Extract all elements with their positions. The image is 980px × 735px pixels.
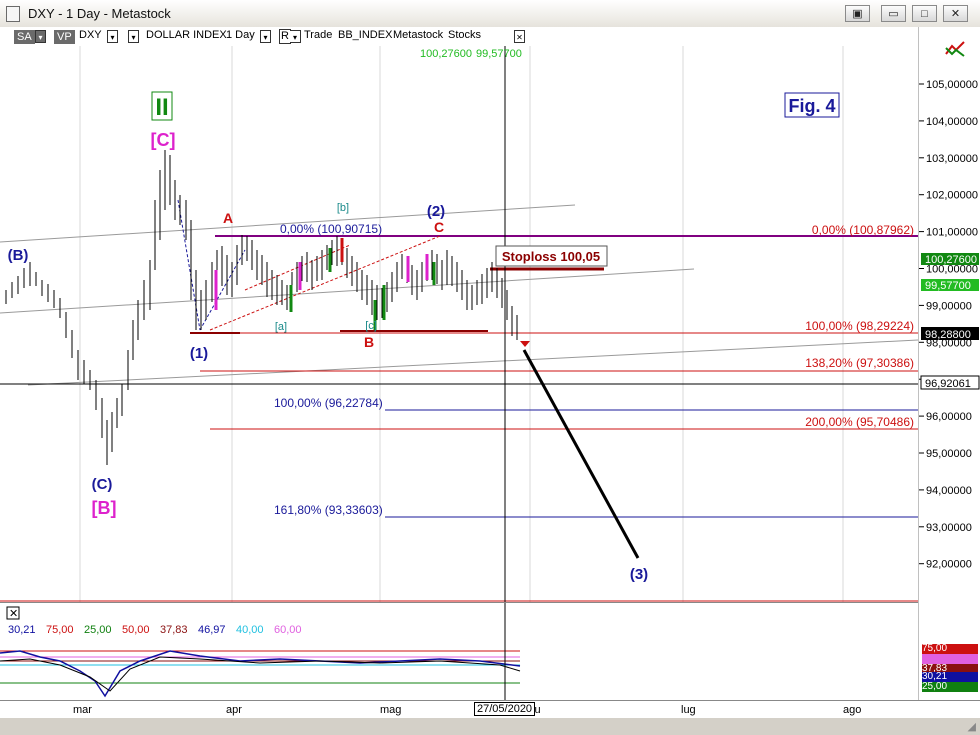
- wave-2-label: (2): [427, 203, 445, 220]
- period-label[interactable]: 1 Day: [226, 29, 255, 41]
- wave-a-small-label: [a]: [275, 321, 287, 333]
- indicator-tag-25: 25,00: [922, 682, 978, 692]
- y-tick-label: 103,00000: [926, 153, 978, 165]
- wave-3-label: (3): [630, 566, 648, 583]
- sa-dropdown-icon[interactable]: ▾: [35, 30, 46, 43]
- price-tag-high: 100,27600: [925, 254, 977, 266]
- price-axis-icon: [945, 41, 965, 57]
- y-tick-label: 93,00000: [926, 522, 972, 534]
- price-tag-cursor: 96,92061: [925, 378, 971, 390]
- price-chart[interactable]: Fig. 4 II [C] (B) (C) [B] (1) (2) (3) A …: [0, 46, 918, 602]
- quote-high: 100,27600: [420, 48, 472, 60]
- y-tick-label: 101,00000: [926, 227, 978, 239]
- status-bar: ◢: [0, 718, 980, 735]
- fib-100-left-label: 100,00% (96,22784): [274, 396, 383, 410]
- y-tick-label: 95,00000: [926, 448, 972, 460]
- stoploss-label: Stoploss 100,05: [502, 249, 600, 264]
- price-axis[interactable]: 105,00000 104,00000 103,00000 102,00000 101,…: [918, 27, 980, 702]
- fib-0-right-label: 0,00% (100,87962): [812, 223, 914, 237]
- window-title: DXY - 1 Day - Metastock: [28, 6, 171, 21]
- maximize-button[interactable]: □: [912, 5, 937, 22]
- restore-panel-button[interactable]: ▣: [845, 5, 870, 22]
- y-tick-label: 105,00000: [926, 79, 978, 91]
- month-lug: lug: [681, 704, 696, 716]
- price-tag-low: 99,57700: [925, 280, 971, 292]
- vp-button[interactable]: VP: [54, 30, 75, 44]
- symbol-dropdown-icon[interactable]: ▾: [107, 30, 118, 43]
- window-title-bar: DXY - 1 Day - Metastock ▣ ▭ □ ✕: [0, 0, 980, 28]
- indicator-axis: 75,00 37,83 30,21 25,00: [918, 640, 980, 700]
- name-dropdown-icon[interactable]: ▾: [128, 30, 139, 43]
- price-tag-last: 98,28800: [925, 329, 971, 341]
- wave-c-small-label: [c]: [365, 320, 377, 332]
- wave-b-left-label: (B): [8, 247, 29, 264]
- fib-161-label: 161,80% (93,33603): [274, 503, 383, 517]
- month-mag: mag: [380, 704, 402, 716]
- wave-ii-label: II: [155, 94, 168, 121]
- close-button[interactable]: ✕: [943, 5, 968, 22]
- indicator-value: 25,00: [84, 624, 112, 636]
- y-tick-label: 92,00000: [926, 559, 972, 571]
- period-dropdown-icon[interactable]: ▾: [260, 30, 271, 43]
- indicator-value: 30,21: [8, 624, 36, 636]
- indicator-value: 50,00: [122, 624, 150, 636]
- symbol-label[interactable]: DXY: [79, 29, 102, 41]
- wave-1-label: (1): [190, 345, 208, 362]
- fig-label: Fig. 4: [788, 96, 835, 116]
- y-tick-label: 99,00000: [926, 300, 972, 312]
- month-apr: apr: [226, 704, 242, 716]
- indicator-pane[interactable]: ✕ 30,21 75,00 25,00 50,00 37,83 46,97 40,00 60,…: [0, 602, 918, 701]
- chart-toolbar: SA ▾ VP DXY ▾ ▾ DOLLAR INDEX 1 Day ▾ R ▾…: [0, 27, 980, 46]
- lower-channel-line: [27, 339, 918, 386]
- fib-0-left-label: 0,00% (100,90715): [280, 222, 382, 236]
- cursor-date: 27/05/2020: [474, 702, 536, 716]
- trade-label: Trade: [304, 29, 333, 41]
- y-tick-label: 96,00000: [926, 411, 972, 423]
- indicator-close-icon[interactable]: ✕: [9, 608, 18, 620]
- y-tick-label: 94,00000: [926, 485, 972, 497]
- wave3-projection-line: [522, 349, 640, 559]
- month-ago: ago: [843, 704, 862, 716]
- month-mar: mar: [73, 704, 92, 716]
- resize-grip-icon[interactable]: ◢: [968, 720, 976, 733]
- wave-b-small-label: [b]: [337, 202, 349, 214]
- indicator-value: 46,97: [198, 624, 226, 636]
- wave-c-label: C: [434, 219, 444, 235]
- security-name: DOLLAR INDEX: [146, 29, 227, 41]
- date-axis[interactable]: mar apr mag lu lug ago 27/05/2020: [0, 700, 980, 719]
- indicator-tag-75: 75,00: [922, 644, 978, 654]
- wave-b-label: B: [364, 334, 374, 350]
- wave-c-top-label: [C]: [151, 130, 176, 150]
- metastock-label: Metastock: [393, 29, 444, 41]
- indicator-value: 37,83: [160, 624, 188, 636]
- indicator-value: 60,00: [274, 624, 302, 636]
- app-icon: [6, 6, 20, 22]
- index-label: BB_INDEX: [338, 29, 393, 41]
- minimize-button[interactable]: ▭: [881, 5, 906, 22]
- quote-low: 99,57700: [476, 48, 522, 60]
- wave-a-label: A: [223, 210, 233, 226]
- sa-button[interactable]: SA: [14, 30, 35, 44]
- fib-100-right-label: 100,00% (98,29224): [805, 319, 914, 333]
- wave-b-bottom-label: [B]: [92, 498, 117, 518]
- y-tick-label: 102,00000: [926, 190, 978, 202]
- toolbar-close-icon[interactable]: ✕: [514, 30, 525, 43]
- r-dropdown-icon[interactable]: ▾: [290, 30, 301, 43]
- y-tick-label: 104,00000: [926, 116, 978, 128]
- indicator-value: 75,00: [46, 624, 74, 636]
- fib-138-label: 138,20% (97,30386): [805, 356, 914, 370]
- indicator-value: 40,00: [236, 624, 264, 636]
- fib-200-label: 200,00% (95,70486): [805, 415, 914, 429]
- wave-c-bottom-label: (C): [92, 476, 113, 493]
- stocks-label: Stocks: [448, 29, 482, 41]
